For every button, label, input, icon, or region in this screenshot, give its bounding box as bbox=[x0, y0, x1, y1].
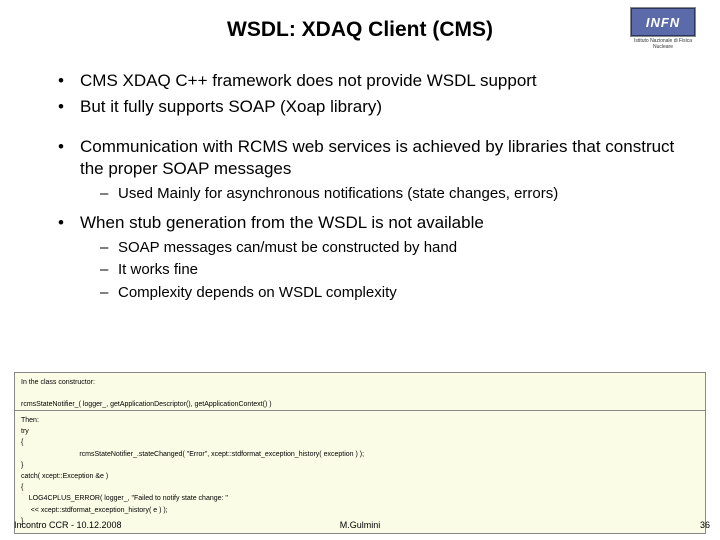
bullet-1: CMS XDAQ C++ framework does not provide … bbox=[58, 70, 690, 92]
bullet-3-1: Used Mainly for asynchronous notificatio… bbox=[100, 184, 690, 204]
bullet-2: But it fully supports SOAP (Xoap library… bbox=[58, 96, 690, 118]
slide-body: CMS XDAQ C++ framework does not provide … bbox=[58, 70, 690, 310]
logo-caption: Istituto Nazionale di Fisica Nucleare bbox=[624, 38, 702, 50]
infn-logo: INFN bbox=[631, 8, 695, 36]
bullet-3: Communication with RCMS web services is … bbox=[58, 136, 690, 204]
bullet-4-2: It works fine bbox=[100, 260, 690, 280]
bullet-4-text: When stub generation from the WSDL is no… bbox=[80, 213, 484, 232]
bullet-4-1: SOAP messages can/must be constructed by… bbox=[100, 238, 690, 258]
code-block-trycatch: Then: try { rcmsStateNotifier_.stateChan… bbox=[14, 410, 706, 534]
bullet-3-text: Communication with RCMS web services is … bbox=[80, 137, 674, 178]
slide-title: WSDL: XDAQ Client (CMS) bbox=[0, 18, 720, 42]
slide: WSDL: XDAQ Client (CMS) INFN Istituto Na… bbox=[0, 0, 720, 540]
slide-number: 36 bbox=[700, 520, 710, 530]
logo-block: INFN Istituto Nazionale di Fisica Nuclea… bbox=[624, 8, 702, 50]
footer-center: M.Gulmini bbox=[0, 520, 720, 530]
bullet-4: When stub generation from the WSDL is no… bbox=[58, 212, 690, 303]
bullet-4-3: Complexity depends on WSDL complexity bbox=[100, 283, 690, 303]
title-bar: WSDL: XDAQ Client (CMS) bbox=[0, 0, 720, 60]
